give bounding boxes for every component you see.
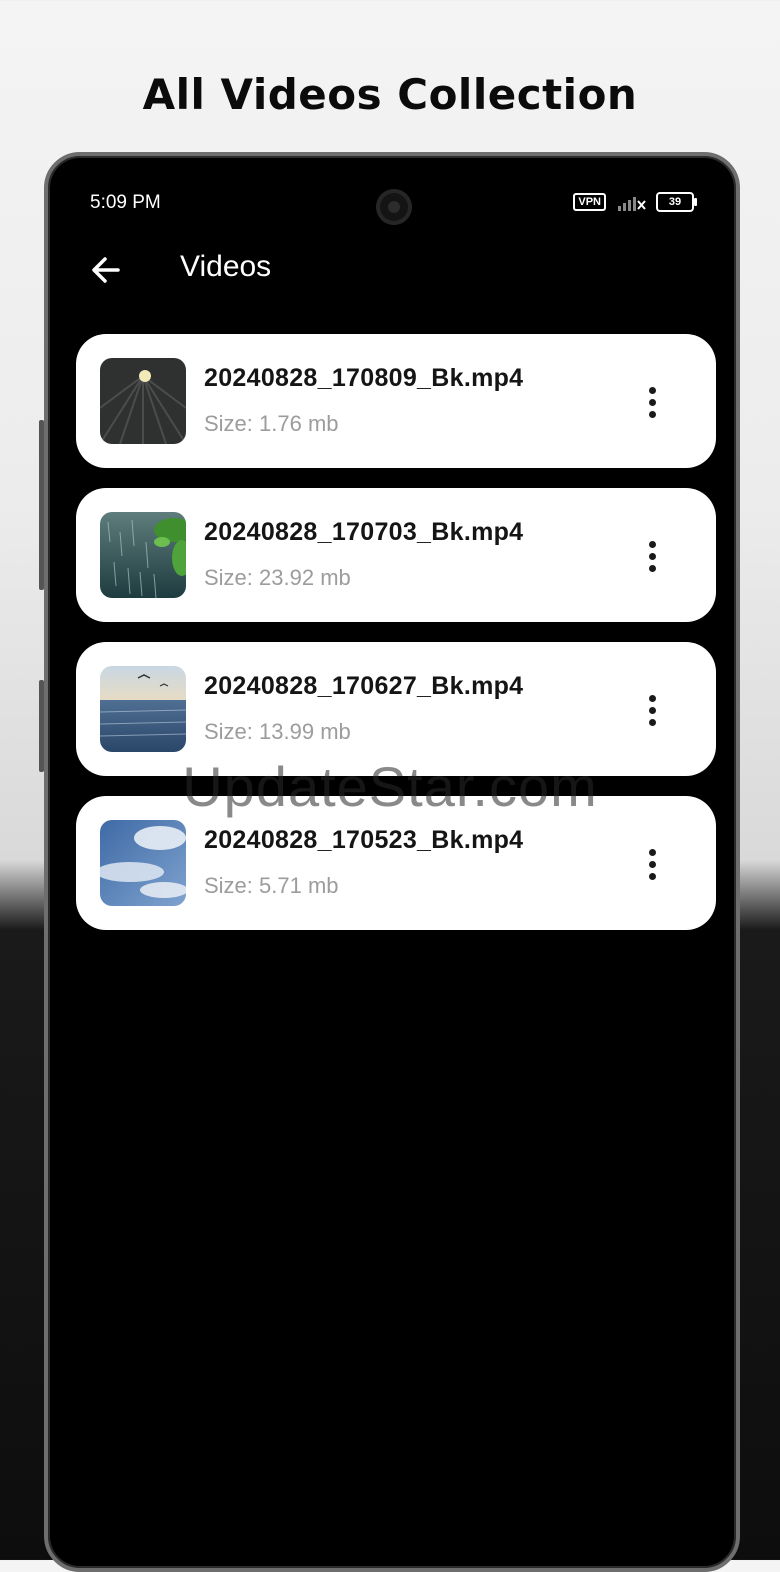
video-size: Size: 1.76 mb (204, 411, 339, 436)
app-bar: Videos (86, 240, 698, 300)
watermark: UpdateStar.com (182, 755, 598, 818)
video-name: 20240828_170809_Bk.mp4 (204, 364, 524, 392)
video-size: Size: 23.92 mb (204, 565, 351, 590)
more-vert-icon (648, 386, 656, 394)
page-title: Videos (180, 250, 272, 283)
status-time: 5:09 PM (90, 192, 161, 213)
video-size: Size: 5.71 mb (204, 873, 339, 898)
phone-frame: 5:09 PM VPN 39 Videos 20240828_170809_Bk… (44, 152, 740, 1572)
back-button[interactable] (86, 250, 126, 290)
more-vert-icon (648, 848, 656, 856)
video-name: 20240828_170627_Bk.mp4 (204, 672, 524, 700)
battery-icon: 39 (656, 192, 697, 212)
video-name: 20240828_170703_Bk.mp4 (204, 518, 524, 546)
vpn-icon: VPN (573, 193, 606, 211)
more-vert-icon (648, 694, 656, 702)
video-size: Size: 13.99 mb (204, 719, 351, 744)
more-options-button[interactable] (632, 688, 672, 732)
video-item[interactable]: 20240828_170809_Bk.mp4 Size: 1.76 mb (76, 334, 716, 468)
video-name: 20240828_170523_Bk.mp4 (204, 826, 524, 854)
more-options-button[interactable] (632, 380, 672, 424)
arrow-left-icon (92, 257, 120, 283)
more-options-button[interactable] (632, 842, 672, 886)
status-icons: VPN 39 (573, 192, 697, 212)
video-item[interactable]: 20240828_170703_Bk.mp4 Size: 23.92 mb (76, 488, 716, 622)
more-options-button[interactable] (632, 534, 672, 578)
front-camera (376, 189, 412, 225)
more-vert-icon (648, 540, 656, 548)
video-list: 20240828_170809_Bk.mp4 Size: 1.76 mb 202… (76, 334, 716, 950)
video-thumbnail (100, 666, 186, 752)
screen: 5:09 PM VPN 39 Videos 20240828_170809_Bk… (48, 156, 736, 1568)
video-thumbnail (100, 512, 186, 598)
promo-title: All Videos Collection (142, 70, 638, 119)
video-thumbnail (100, 358, 186, 444)
signal-icon (618, 197, 646, 211)
video-thumbnail (100, 820, 186, 906)
